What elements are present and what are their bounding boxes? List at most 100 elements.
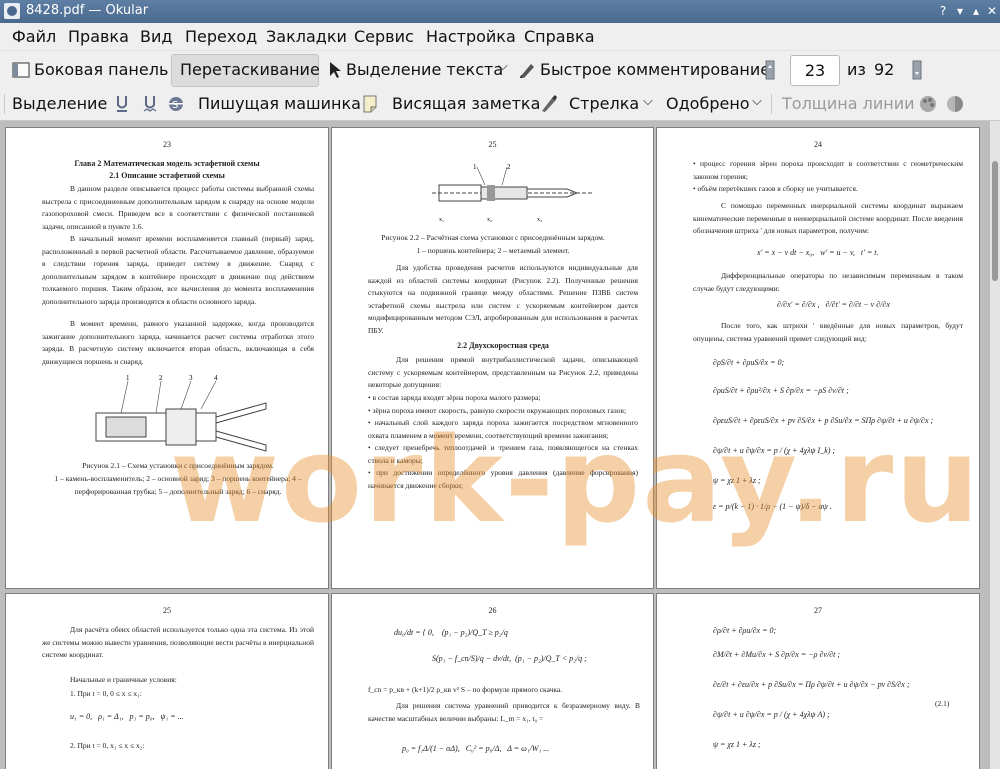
next-page-icon[interactable] [912, 60, 922, 80]
sidebar-button[interactable]: Боковая панель [34, 60, 168, 79]
page-number: 24 [814, 140, 822, 149]
stamp-chevron-down-icon[interactable]: ⌵ [752, 94, 762, 109]
formula: ∂ρεuS/∂t + ∂ρεuS/∂x + pv ∂S/∂x + p ∂Su/∂… [713, 416, 934, 425]
previous-page-icon[interactable] [765, 60, 775, 80]
formula: ∂/∂x' = ∂/∂x , ∂/∂t' = ∂/∂t − v ∂/∂x [777, 300, 890, 309]
page-26[interactable]: 26 du₀/dt = { 0, (p₁ − p₂)/Q_T ≥ p₂/q S(… [331, 593, 654, 769]
list-item: • начальный слой каждого заряда пороха з… [368, 418, 638, 440]
quick-comment-button[interactable]: Быстрое комментирование [540, 60, 770, 79]
scrollbar-thumb[interactable] [992, 161, 998, 281]
main-toolbar: Боковая панель Перетаскивание Выделение … [0, 50, 1000, 89]
page-number-input[interactable]: 23 [790, 55, 840, 86]
menu-help[interactable]: Справка [524, 27, 595, 46]
help-icon[interactable]: ? [935, 3, 951, 19]
menu-view[interactable]: Вид [140, 27, 172, 46]
highlight-tool-button[interactable]: Выделение [12, 94, 107, 113]
menu-file[interactable]: Файл [12, 27, 56, 46]
list-item: • в состав заряда входят зёрна пороха ма… [368, 393, 541, 402]
paragraph: Для решения система уравнений приводится… [368, 701, 640, 723]
figure-calculation-scheme: 1 2 x₁ x₂ x₃ [432, 163, 592, 223]
section-heading: 2.2 Двухскоростная среда [457, 341, 549, 350]
sidebar-icon [12, 62, 30, 78]
underline-icon[interactable] [114, 94, 130, 114]
menu-bar: Файл Правка Вид Переход Закладки Сервис … [0, 23, 1000, 50]
paragraph: Начальные и граничные условия: [70, 675, 177, 684]
window-title: 8428.pdf — Okular [26, 3, 149, 18]
total-pages: 92 [874, 60, 895, 79]
bullet-list: • в состав заряда входят зёрна пороха ма… [368, 392, 638, 492]
list-item: • процесс горения зёрен пороха происходи… [693, 159, 963, 181]
menu-go[interactable]: Переход [185, 27, 257, 46]
close-icon[interactable]: ✕ [984, 3, 1000, 19]
line-width-button[interactable]: Толщина линии [782, 94, 915, 113]
menu-bookmarks[interactable]: Закладки [266, 27, 347, 46]
paragraph: Для решения прямой внутрибаллистической … [368, 355, 638, 389]
list-item: • следует пренебречь теплоотдачей и трен… [368, 443, 638, 465]
color-palette-icon[interactable] [918, 94, 938, 114]
title-bar: 8428.pdf — Okular ? ▾ ▴ ✕ [0, 0, 1000, 23]
paragraph: Для расчёта обеих областей используется … [42, 625, 314, 659]
formula: ∂ε/∂t + ∂εu/∂x + p ∂Su/∂x = Πρ ∂ψ/∂t + u… [713, 680, 910, 689]
vertical-scrollbar[interactable] [990, 121, 1000, 769]
menu-edit[interactable]: Правка [68, 27, 129, 46]
browse-tool-label[interactable]: Перетаскивание [180, 60, 320, 79]
svg-text:2: 2 [159, 374, 163, 382]
page-25-bottom[interactable]: 25 Для расчёта обеих областей использует… [5, 593, 329, 769]
formula: S(p₁ − f_cn/S)/q − dv/dt, (p₁ − p₂)/Q_T … [432, 654, 587, 663]
svg-text:2: 2 [507, 163, 511, 171]
opacity-icon[interactable] [945, 94, 965, 114]
list-item: • объём перетёкших газов в сборку не учи… [693, 184, 858, 193]
popup-note-tool-button[interactable]: Висящая заметка [392, 94, 540, 113]
cursor-icon [330, 62, 341, 78]
page-24[interactable]: 24 • процесс горения зёрен пороха происх… [656, 127, 980, 589]
strikeout-icon[interactable]: S [167, 94, 185, 114]
paragraph: В начальный момент времени воспламеняетс… [42, 234, 314, 306]
page-23[interactable]: 23 Глава 2 Математическая модель эстафет… [5, 127, 329, 589]
formula: ∂ψ/∂t + u ∂ψ/∂x = p / (χ + 4χλψ I_k) ; [713, 446, 836, 455]
menu-tools[interactable]: Сервис [354, 27, 414, 46]
text-select-button[interactable]: Выделение текста [346, 60, 503, 79]
toolbar-handle [4, 94, 5, 114]
formula: p₀ = f₁Δ/(1 − αΔ), C₀² = p₀/Δ, Δ = ω₁/W₁… [402, 744, 550, 753]
page-number: 26 [488, 606, 497, 615]
equation-number: (2.1) [935, 699, 950, 708]
page-number: 25 [488, 140, 497, 149]
paragraph: С помощью переменных инерциальной систем… [693, 201, 963, 235]
formula: ψ = χz 1 + λz ; [713, 740, 761, 749]
svg-text:3: 3 [189, 374, 193, 382]
squiggly-underline-icon[interactable] [142, 94, 158, 114]
formula: ε = p/(k − 1) · 1/ρ − (1 − ψ)/δ − αψ . [713, 502, 832, 511]
arrow-tool-button[interactable]: Стрелка [569, 94, 639, 113]
svg-text:4: 4 [214, 374, 218, 382]
paragraph: В данном разделе описывается процесс раб… [42, 184, 314, 231]
paragraph: Для удобства проведения расчетов использ… [368, 263, 638, 335]
section-heading: 2.1 Описание эстафетной схемы [109, 171, 225, 180]
maximize-icon[interactable]: ▴ [968, 3, 984, 19]
formula: du₀/dt = { 0, (p₁ − p₂)/Q_T ≥ p₂/q [394, 628, 508, 637]
page-27[interactable]: 27 ∂ρ/∂t + ∂ρu/∂x = 0; ∂M/∂t + ∂Mu/∂x + … [656, 593, 980, 769]
stamp-tool-button[interactable]: Одобрено [666, 94, 750, 113]
formula: ∂ψ/∂t + u ∂ψ/∂x = p / (χ + 4χλψ A) ; [713, 710, 830, 719]
typewriter-tool-button[interactable]: Пишущая машинка [198, 94, 361, 113]
formula: ∂ρuS/∂t + ∂ρu²/∂x + S ∂p/∂x = −ρS ∂v/∂t … [713, 386, 849, 395]
document-view[interactable]: 23 Глава 2 Математическая модель эстафет… [0, 121, 1000, 769]
okular-app-icon [4, 3, 20, 19]
chapter-heading: Глава 2 Математическая модель эстафетной… [74, 159, 260, 168]
menu-settings[interactable]: Настройка [426, 27, 516, 46]
pen-comment-icon [520, 64, 534, 78]
page-number: 23 [163, 140, 171, 149]
svg-text:1: 1 [473, 163, 477, 171]
text-select-chevron-down-icon[interactable]: ⌵ [498, 59, 508, 74]
paragraph: После того, как штрихи ' введённые для н… [693, 321, 963, 343]
paragraph: Дифференциальные операторы по независимы… [693, 271, 963, 293]
list-item: • зёрна пороха имеют скорость, равную ск… [368, 405, 627, 415]
page-number: 25 [163, 606, 171, 615]
condition: 2. При t = 0, x₁ ≤ x ≤ x₂: [70, 741, 145, 750]
svg-text:S: S [172, 100, 178, 111]
figure-legend: 1 – камень-воспламенитель; 2 – основной … [54, 474, 302, 496]
paragraph: В момент времени, равного указанной заде… [42, 319, 314, 366]
minimize-icon[interactable]: ▾ [952, 3, 968, 19]
bullet-list: • процесс горения зёрен пороха происходи… [693, 158, 963, 196]
arrow-chevron-down-icon[interactable]: ⌵ [643, 94, 653, 109]
page-25[interactable]: 25 1 2 x₁ x₂ x₃ Рисунок 2.2 – Расчётная схе… [331, 127, 654, 589]
